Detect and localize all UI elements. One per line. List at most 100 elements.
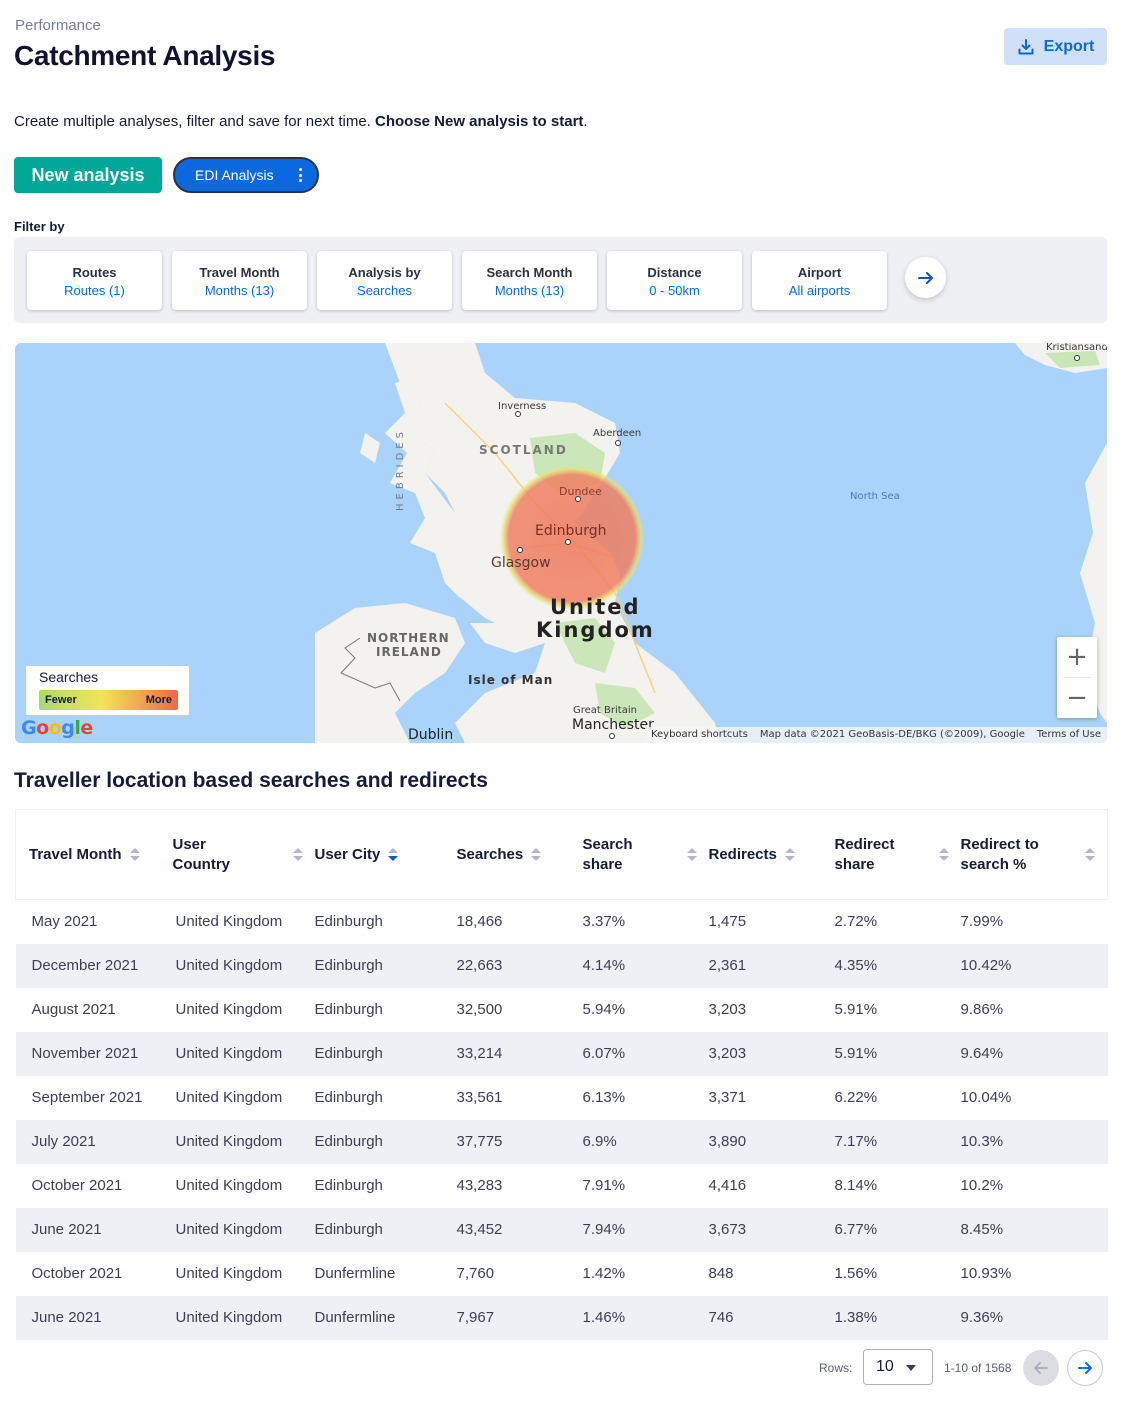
map-label-northern: NORTHERN [367,631,450,645]
new-analysis-button[interactable]: New analysis [14,157,162,193]
cell-redirect-share: 7.17% [834,1133,878,1150]
cell-user-country: United Kingdom [175,1309,283,1326]
table-title: Traveller location based searches and re… [14,769,488,792]
sort-icon[interactable] [129,848,140,861]
table-row[interactable]: June 2021 United Kingdom Dunfermline 7,967 1… [15,1295,1108,1340]
map-label-hebrides: HEBRIDES [395,428,406,511]
breadcrumb[interactable]: Performance [15,17,101,34]
keyboard-shortcuts-link[interactable]: Keyboard shortcuts [644,727,754,743]
table-row[interactable]: December 2021 United Kingdom Edinburgh 22,6… [15,943,1108,988]
zoom-out-button[interactable]: − [1057,678,1097,718]
filter-scroll-right-button[interactable] [905,257,946,298]
filter-search-month[interactable]: Search Month Months (13) [462,251,597,310]
cell-searches: 43,283 [456,1177,503,1194]
cell-user-country: United Kingdom [175,957,283,974]
page-range: 1-10 of 1568 [944,1361,1012,1375]
table-row[interactable]: July 2021 United Kingdom Edinburgh 37,775 6.… [15,1119,1108,1164]
column-label: Redirects [708,845,777,863]
cell-travel-month: December 2021 [31,957,139,974]
column-header-search-share[interactable]: Search share [583,810,709,900]
filter-travel-month[interactable]: Travel Month Months (13) [172,251,307,310]
filter-analysis-by[interactable]: Analysis by Searches [317,251,452,310]
cell-redirect-share: 8.14% [834,1177,878,1194]
table-row[interactable]: October 2021 United Kingdom Dunfermline 7,7… [16,1252,1108,1296]
pagination: Rows: 10 1-10 of 1568 [0,1349,1122,1389]
map-label-united: United [550,595,641,619]
cell-search-share: 6.9% [582,1133,617,1150]
cell-redirects: 3,890 [708,1133,747,1150]
column-header-user-city[interactable]: User City [315,810,457,900]
cell-user-city: Edinburgh [314,1221,383,1238]
cell-redirect-to-search: 10.3% [960,1133,1004,1150]
column-label: Travel Month [29,845,122,863]
map-label-ireland: IRELAND [376,645,442,659]
saved-analysis-label: EDI Analysis [195,167,274,183]
column-header-redirect-to-search[interactable]: Redirect to search % [961,810,1108,900]
column-header-redirect-share[interactable]: Redirect share [835,810,961,900]
cell-user-city: Dunfermline [314,1265,396,1282]
table-row[interactable]: September 2021 United Kingdom Edinburgh 33,… [16,1076,1108,1120]
cell-redirect-to-search: 7.99% [960,913,1004,931]
column-header-searches[interactable]: Searches [457,810,583,900]
column-label: User Country [172,835,231,873]
zoom-in-button[interactable]: + [1057,637,1097,677]
sort-icon[interactable] [938,848,949,861]
cell-search-share: 6.13% [582,1089,626,1106]
map-zoom-controls: + − [1057,637,1097,718]
cell-redirects: 3,673 [708,1221,747,1238]
terms-of-use-link[interactable]: Terms of Use [1030,727,1107,743]
table-row[interactable]: May 2021 United Kingdom Edinburgh 18,466 3.3… [16,900,1108,944]
cell-user-country: United Kingdom [175,1177,283,1194]
table-row[interactable]: June 2021 United Kingdom Edinburgh 43,452 7.… [15,1207,1108,1252]
results-table: Travel Month User Country User City Searche… [15,809,1108,1340]
saved-analysis-tab[interactable]: EDI Analysis [173,157,319,193]
cell-user-city: Edinburgh [314,1001,383,1018]
sort-icon[interactable] [686,848,697,861]
cell-searches: 33,214 [456,1045,503,1062]
table-header-row: Travel Month User Country User City Searche… [15,809,1108,900]
column-label: Redirect to search % [960,835,1039,873]
cell-travel-month: November 2021 [31,1045,139,1062]
catchment-map[interactable]: Kristiansand Inverness Aberdeen HEBRIDES… [15,343,1107,743]
cell-travel-month: June 2021 [31,1309,102,1326]
table-row[interactable]: August 2021 United Kingdom Edinburgh 32,500… [16,988,1108,1032]
previous-page-button[interactable] [1023,1350,1059,1386]
table-row[interactable]: October 2021 United Kingdom Edinburgh 43,28… [16,1164,1108,1208]
intro-text: Create multiple analyses, filter and sav… [14,113,588,130]
cell-user-country: United Kingdom [175,1045,283,1062]
cell-redirect-share: 6.22% [834,1089,878,1106]
table-row[interactable]: November 2021 United Kingdom Edinburgh 33,2… [15,1031,1108,1076]
cell-redirects: 848 [708,1265,734,1282]
cell-searches: 7,967 [456,1309,495,1326]
next-page-button[interactable] [1067,1350,1103,1386]
cell-search-share: 4.14% [582,957,626,974]
cell-redirect-share: 6.77% [834,1221,878,1238]
cell-redirect-to-search: 10.04% [960,1089,1012,1106]
export-button[interactable]: Export [1004,28,1107,65]
sort-icon[interactable] [531,848,542,861]
sort-icon[interactable] [292,848,303,861]
cell-user-city: Edinburgh [314,913,383,931]
filter-distance[interactable]: Distance 0 - 50km [607,251,742,310]
column-header-user-country[interactable]: User Country [173,810,315,900]
more-options-icon[interactable] [295,166,305,184]
cell-search-share: 3.37% [582,913,626,931]
sort-icon[interactable] [1085,848,1095,861]
filter-airport[interactable]: Airport All airports [752,251,887,310]
cell-redirect-to-search: 8.45% [960,1221,1004,1238]
column-header-redirects[interactable]: Redirects [709,810,835,900]
arrow-left-icon [1034,1362,1048,1374]
map-label-glasgow: Glasgow [491,555,551,571]
cell-redirect-to-search: 10.42% [960,957,1012,974]
rows-per-page-select[interactable]: 10 [863,1349,933,1385]
cell-search-share: 1.42% [582,1265,626,1282]
google-logo: Google [21,717,93,739]
column-header-travel-month[interactable]: Travel Month [16,810,173,900]
map-label-manchester: Manchester [572,717,654,733]
cell-travel-month: October 2021 [31,1265,123,1282]
sort-icon[interactable] [388,848,399,861]
filter-routes[interactable]: Routes Routes (1) [27,251,162,310]
cell-travel-month: October 2021 [31,1177,123,1194]
sort-icon[interactable] [784,848,795,861]
cell-user-country: United Kingdom [175,1265,283,1282]
